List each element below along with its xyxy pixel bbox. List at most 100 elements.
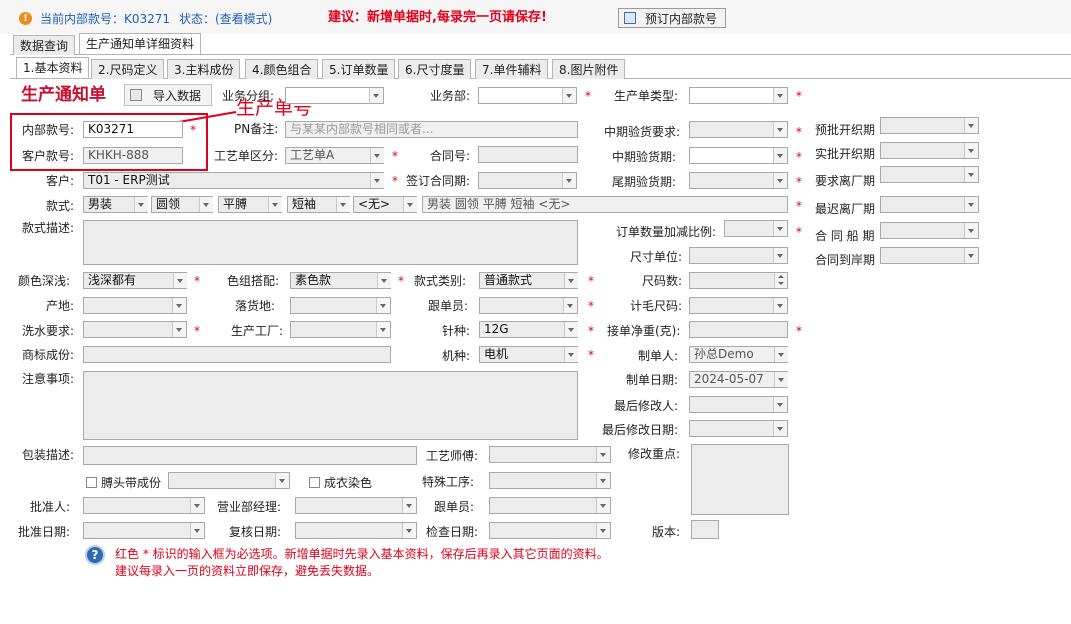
subtab-color-combo[interactable]: 4.颜色组合 — [245, 59, 319, 79]
customer-select[interactable]: T01 - ERP测试 — [83, 172, 384, 189]
cust-code-input[interactable]: KHKH-888 — [83, 147, 183, 164]
tab-order-detail[interactable]: 生产通知单详细资料 — [79, 33, 202, 54]
follower2-select[interactable] — [489, 497, 611, 514]
stepper-icon[interactable] — [774, 273, 787, 288]
approver-select[interactable] — [83, 497, 205, 514]
subtab-size-measure[interactable]: 6.尺寸度量 — [398, 59, 472, 79]
actual-cut-date[interactable] — [880, 142, 979, 159]
craftsman-select[interactable] — [489, 446, 611, 463]
chevron-down-icon[interactable] — [773, 148, 787, 163]
chevron-down-icon[interactable] — [964, 223, 978, 238]
chevron-down-icon[interactable] — [596, 523, 610, 538]
chevron-down-icon[interactable] — [172, 298, 186, 313]
chevron-down-icon[interactable] — [773, 221, 787, 236]
inner-code-input[interactable]: K03271 — [83, 121, 183, 138]
chevron-down-icon[interactable] — [370, 148, 384, 163]
chevron-down-icon[interactable] — [774, 347, 788, 362]
chevron-down-icon[interactable] — [596, 447, 610, 462]
style-desc-textarea[interactable] — [83, 220, 578, 265]
chevron-down-icon[interactable] — [773, 88, 787, 103]
chevron-down-icon[interactable] — [190, 523, 204, 538]
chevron-down-icon[interactable] — [190, 498, 204, 513]
chevron-down-icon[interactable] — [370, 173, 384, 188]
origin-select[interactable] — [83, 297, 187, 314]
gauge-size-select[interactable] — [689, 297, 788, 314]
chevron-down-icon[interactable] — [268, 197, 282, 212]
approve-date[interactable] — [83, 522, 205, 539]
chevron-down-icon[interactable] — [564, 322, 578, 337]
style-combined-input[interactable]: 男装 圆领 平膊 短袖 <无> — [422, 196, 788, 213]
chevron-down-icon[interactable] — [563, 298, 577, 313]
sales-mgr-select[interactable] — [295, 497, 417, 514]
chevron-down-icon[interactable] — [402, 523, 416, 538]
subtab-order-qty[interactable]: 5.订单数量 — [322, 59, 396, 79]
contract-no-input[interactable] — [478, 146, 578, 163]
sign-date[interactable] — [478, 172, 577, 189]
qty-adjust-select[interactable] — [724, 220, 788, 237]
chevron-down-icon[interactable] — [774, 372, 788, 387]
chevron-down-icon[interactable] — [562, 173, 576, 188]
tab-data-query[interactable]: 数据查询 — [13, 35, 76, 55]
chevron-down-icon[interactable] — [964, 143, 978, 158]
net-weight-input[interactable] — [689, 321, 788, 338]
biz-group-select[interactable] — [285, 87, 384, 104]
chevron-down-icon[interactable] — [773, 421, 787, 436]
chevron-down-icon[interactable] — [964, 118, 978, 133]
chevron-down-icon[interactable] — [773, 397, 787, 412]
notes-textarea[interactable] — [83, 371, 578, 440]
color-match-select[interactable]: 素色款 — [290, 272, 391, 289]
chevron-down-icon[interactable] — [376, 298, 390, 313]
subtab-attachments[interactable]: 8.图片附件 — [552, 59, 626, 79]
packing-input[interactable] — [83, 446, 417, 465]
special-select[interactable] — [489, 472, 611, 489]
final-check-date[interactable] — [689, 172, 788, 189]
size-unit-select[interactable] — [689, 247, 788, 264]
factory-select[interactable] — [290, 321, 391, 338]
chevron-down-icon[interactable] — [596, 498, 610, 513]
chevron-down-icon[interactable] — [376, 322, 390, 337]
arrival-date[interactable] — [880, 247, 979, 264]
chevron-down-icon[interactable] — [275, 473, 289, 488]
chevron-down-icon[interactable] — [964, 167, 978, 182]
chevron-down-icon[interactable] — [403, 197, 417, 212]
pn-note-input[interactable]: 与某某内部款号相同或者... — [285, 121, 578, 138]
chevron-down-icon[interactable] — [562, 88, 576, 103]
chevron-down-icon[interactable] — [199, 197, 213, 212]
wash-select[interactable] — [83, 321, 187, 338]
chevron-down-icon[interactable] — [964, 197, 978, 212]
chevron-down-icon[interactable] — [773, 298, 787, 313]
chevron-down-icon[interactable] — [773, 173, 787, 188]
version-input[interactable] — [691, 520, 719, 539]
latest-leave-date[interactable] — [880, 196, 979, 213]
pre-cut-date[interactable] — [880, 117, 979, 134]
chevron-down-icon[interactable] — [402, 498, 416, 513]
collar-strip-checkbox[interactable] — [86, 477, 97, 488]
size-count-spinner[interactable] — [689, 272, 788, 289]
mid-check-req-select[interactable] — [689, 121, 788, 138]
chevron-down-icon[interactable] — [564, 347, 578, 362]
chevron-down-icon[interactable] — [596, 473, 610, 488]
color-depth-select[interactable]: 浅深都有 — [83, 272, 187, 289]
dyed-checkbox[interactable] — [309, 477, 320, 488]
chevron-down-icon[interactable] — [173, 273, 187, 288]
last-modifier-select[interactable] — [689, 396, 788, 413]
import-button[interactable]: 导入数据 — [124, 84, 212, 106]
order-type-select[interactable] — [689, 87, 788, 104]
delivery-select[interactable] — [290, 297, 391, 314]
chevron-down-icon[interactable] — [336, 197, 350, 212]
chevron-down-icon[interactable] — [964, 248, 978, 263]
mid-check-date[interactable] — [689, 147, 788, 164]
subtab-accessories[interactable]: 7.单件辅料 — [475, 59, 549, 79]
reserve-code-button[interactable]: 预订内部款号 — [618, 8, 726, 28]
review-date[interactable] — [295, 522, 417, 539]
chevron-down-icon[interactable] — [564, 273, 578, 288]
chevron-down-icon[interactable] — [773, 122, 787, 137]
chevron-down-icon[interactable] — [773, 248, 787, 263]
trademark-input[interactable] — [83, 346, 391, 363]
follower-select[interactable] — [479, 297, 578, 314]
chevron-down-icon[interactable] — [369, 88, 383, 103]
subtab-main-material[interactable]: 3.主料成份 — [167, 59, 241, 79]
last-modify-date[interactable] — [689, 420, 788, 437]
biz-dept-select[interactable] — [478, 87, 577, 104]
collar-strip-select[interactable] — [168, 472, 290, 489]
